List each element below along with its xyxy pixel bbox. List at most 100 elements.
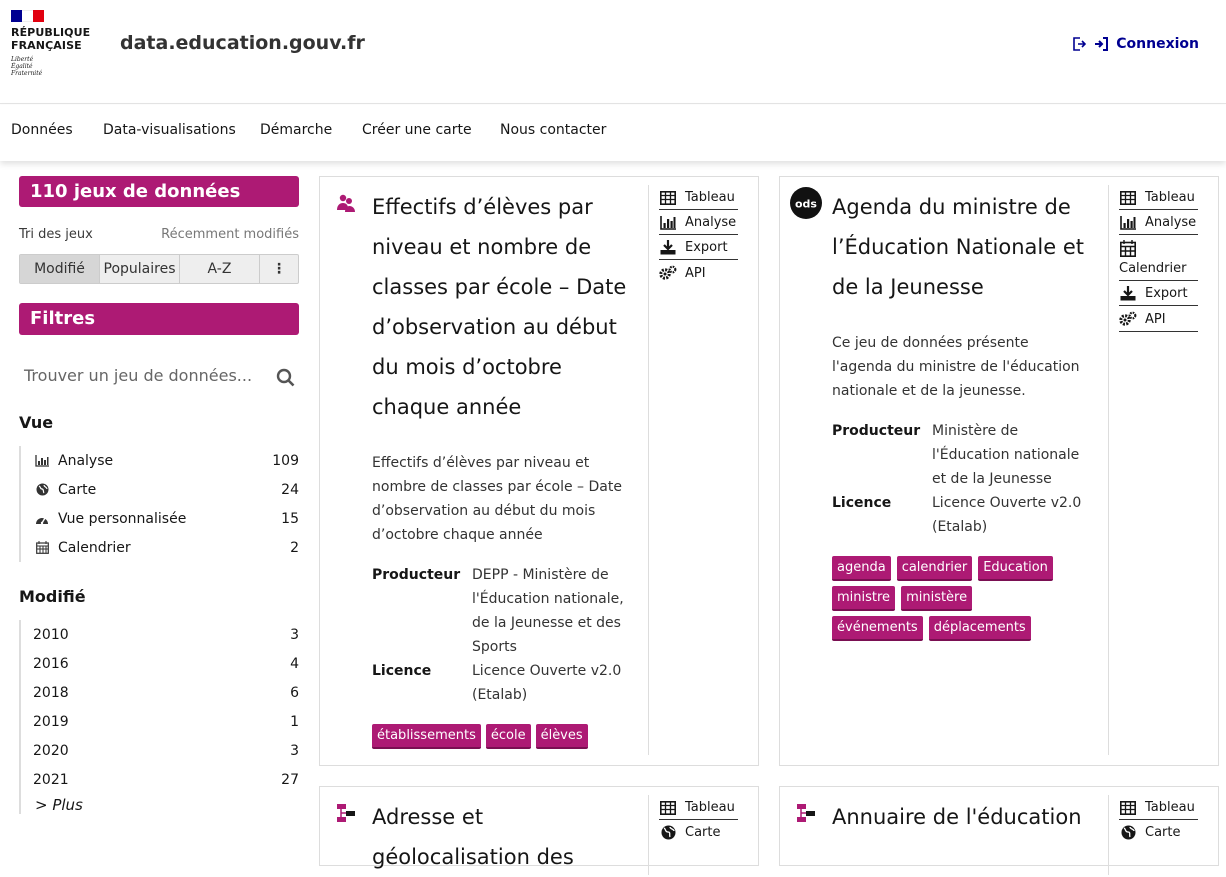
dataset-actions: Tableau Analyse Export API — [648, 185, 738, 755]
year-count: 3 — [290, 626, 299, 643]
tag[interactable]: calendrier — [896, 556, 973, 581]
action-label: Analyse — [685, 215, 737, 230]
search-icon[interactable] — [276, 367, 295, 397]
devise-egalite: Égalité — [11, 63, 33, 70]
search-placeholder: Trouver un jeu de données... — [24, 366, 253, 385]
tag[interactable]: événements — [832, 616, 923, 641]
dataset-search-input[interactable]: Trouver un jeu de données... — [19, 361, 299, 391]
tag[interactable]: Education — [978, 556, 1053, 581]
logout-icon — [1072, 37, 1087, 51]
dashboard-icon — [33, 513, 51, 525]
action-label: Tableau — [685, 800, 735, 815]
meta-value: Licence Ouverte v2.0 (Etalab) — [932, 495, 1082, 535]
download-icon — [659, 240, 677, 255]
facet-item-year[interactable]: 2020 3 — [33, 736, 299, 765]
devise-liberte: Liberté — [11, 56, 34, 63]
sort-more-menu[interactable]: ⋮ — [260, 255, 298, 283]
facet-item-analyse[interactable]: Analyse 109 — [33, 446, 299, 475]
gears-icon — [1119, 311, 1137, 327]
facet-item-year[interactable]: 2021 27 — [33, 765, 299, 794]
dataset-card[interactable]: Effectifs d’élèves par niveau et nombre … — [319, 176, 759, 766]
facet-item-year[interactable]: 2016 4 — [33, 649, 299, 678]
action-label: Tableau — [685, 190, 735, 205]
action-export[interactable]: Export — [1119, 281, 1198, 306]
republique-francaise-logo[interactable]: RÉPUBLIQUE FRANÇAISE Liberté Égalité Fra… — [11, 10, 101, 77]
more-years-link[interactable]: > Plus — [33, 796, 299, 814]
year-count: 1 — [290, 713, 299, 730]
action-tableau[interactable]: Tableau — [659, 795, 738, 820]
action-label: Calendrier — [1119, 261, 1187, 276]
sort-tab-modifie[interactable]: Modifié — [20, 255, 100, 283]
dataset-card[interactable]: Annuaire de l'éducation Tableau Carte — [779, 786, 1219, 875]
nav-item-donnees[interactable]: Données — [11, 122, 73, 138]
facet-item-calendrier[interactable]: Calendrier 2 — [33, 533, 299, 562]
action-label: Export — [685, 240, 728, 255]
year-label: 2021 — [33, 771, 69, 788]
action-label: Carte — [685, 825, 721, 840]
sort-tab-populaires[interactable]: Populaires — [100, 255, 180, 283]
filters-title: Filtres — [19, 303, 299, 335]
facet-item-vue-personnalisee[interactable]: Vue personnalisée 15 — [33, 504, 299, 533]
nav-item-nous-contacter[interactable]: Nous contacter — [500, 122, 606, 138]
action-analyse[interactable]: Analyse — [659, 210, 738, 235]
republique-line1: RÉPUBLIQUE — [11, 26, 91, 39]
tag[interactable]: école — [485, 724, 531, 749]
nav-item-data-visualisations[interactable]: Data-visualisations — [103, 122, 236, 138]
meta-key: Licence — [832, 495, 892, 511]
facet-item-year[interactable]: 2018 6 — [33, 678, 299, 707]
dataset-meta: Producteur DEPP - Ministère de l'Éducati… — [372, 563, 637, 707]
action-carte[interactable]: Carte — [659, 820, 738, 844]
table-icon — [1119, 800, 1137, 815]
bar-chart-icon — [659, 215, 677, 230]
login-button[interactable]: Connexion — [1072, 36, 1199, 52]
action-calendrier[interactable]: Calendrier — [1119, 235, 1198, 281]
dataset-title[interactable]: Annuaire de l'éducation — [832, 797, 1102, 837]
globe-icon — [33, 483, 51, 496]
meta-row-licence: Licence Licence Ouverte v2.0 (Etalab) — [832, 491, 1087, 539]
tag[interactable]: agenda — [832, 556, 891, 581]
action-tableau[interactable]: Tableau — [1119, 185, 1198, 210]
facet-item-year[interactable]: 2019 1 — [33, 707, 299, 736]
action-analyse[interactable]: Analyse — [1119, 210, 1198, 235]
tag[interactable]: ministère — [901, 586, 973, 611]
nav-item-creer-une-carte[interactable]: Créer une carte — [362, 122, 472, 138]
site-title[interactable]: data.education.gouv.fr — [120, 32, 365, 54]
ods-logo-text: ods — [795, 198, 817, 211]
sort-tab-a-z[interactable]: A-Z — [180, 255, 260, 283]
facet-item-year[interactable]: 2010 3 — [33, 620, 299, 649]
action-api[interactable]: API — [1119, 306, 1198, 332]
dataset-count: 110 jeux de données — [19, 176, 299, 207]
dataset-card[interactable]: ods Agenda du ministre de l’Éducation Na… — [779, 176, 1219, 766]
dataset-card[interactable]: Adresse et géolocalisation des Tableau C… — [319, 786, 759, 875]
dataset-actions: Tableau Carte — [648, 795, 738, 875]
main-nav: Données Data-visualisations Démarche Cré… — [0, 105, 1226, 161]
dataset-title[interactable]: Adresse et géolocalisation des — [372, 797, 632, 877]
facet-item-carte[interactable]: Carte 24 — [33, 475, 299, 504]
facet-label: Analyse — [58, 452, 114, 469]
ods-logo-icon: ods — [790, 187, 822, 223]
action-label: API — [1145, 311, 1166, 327]
action-api[interactable]: API — [659, 260, 738, 285]
hierarchy-icon — [336, 803, 356, 827]
dataset-title[interactable]: Agenda du ministre de l’Éducation Nation… — [832, 187, 1092, 307]
facet-label: Calendrier — [58, 539, 131, 556]
header: RÉPUBLIQUE FRANÇAISE Liberté Égalité Fra… — [0, 0, 1226, 104]
action-tableau[interactable]: Tableau — [1119, 795, 1198, 820]
tag[interactable]: ministre — [832, 586, 896, 611]
facet-count: 2 — [290, 539, 299, 556]
tag[interactable]: établissements — [372, 724, 481, 749]
year-label: 2020 — [33, 742, 69, 759]
download-icon — [1119, 286, 1137, 301]
action-label: API — [685, 265, 706, 281]
dataset-title[interactable]: Effectifs d’élèves par niveau et nombre … — [372, 187, 632, 427]
table-icon — [659, 190, 677, 205]
year-label: 2010 — [33, 626, 69, 643]
action-export[interactable]: Export — [659, 235, 738, 260]
nav-item-demarche[interactable]: Démarche — [260, 122, 332, 138]
tag[interactable]: élèves — [535, 724, 588, 749]
action-carte[interactable]: Carte — [1119, 820, 1198, 844]
tag[interactable]: déplacements — [928, 616, 1031, 641]
facet-label: Vue personnalisée — [58, 510, 187, 527]
action-tableau[interactable]: Tableau — [659, 185, 738, 210]
year-count: 6 — [290, 684, 299, 701]
